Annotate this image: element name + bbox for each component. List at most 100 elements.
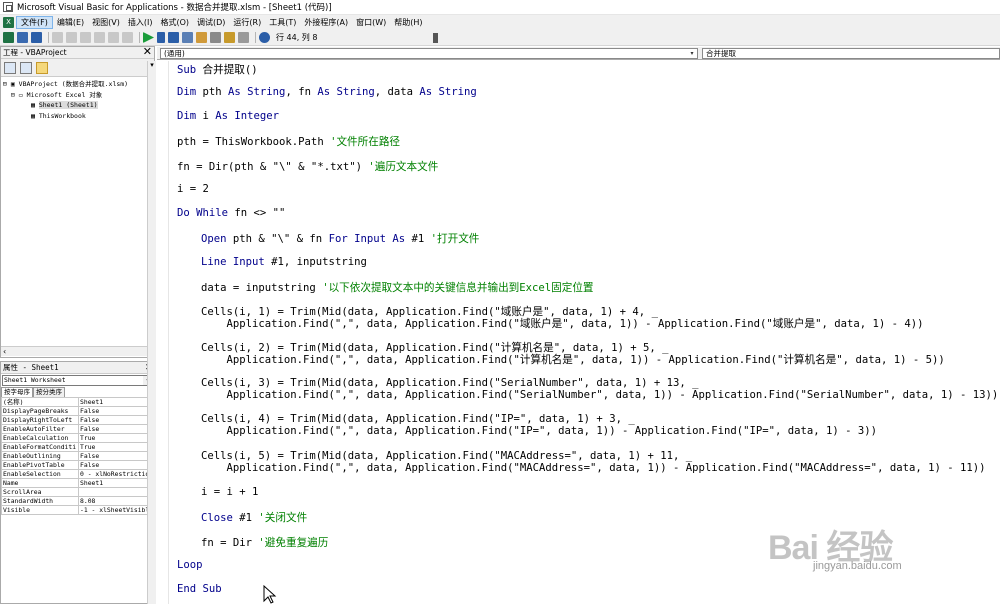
property-value[interactable]: False: [78, 460, 154, 470]
reset-icon[interactable]: [168, 32, 179, 43]
property-value[interactable]: True: [78, 433, 154, 443]
menu-file[interactable]: 文件(F): [16, 16, 53, 29]
toolbar-grip[interactable]: [433, 33, 438, 43]
code-line[interactable]: i = i + 1: [201, 486, 258, 498]
menu-help[interactable]: 帮助(H): [390, 16, 426, 29]
toggle-folders-icon[interactable]: [36, 61, 48, 74]
help-icon[interactable]: [259, 32, 270, 43]
code-line[interactable]: data = inputstring '以下依次提取文本中的关键信息并输出到Ex…: [201, 280, 594, 295]
property-value[interactable]: False: [78, 424, 154, 434]
property-row[interactable]: DisplayPageBreaks False: [1, 406, 154, 416]
code-line[interactable]: Dim pth As String, fn As String, data As…: [177, 86, 477, 98]
menu-debug[interactable]: 调试(D): [193, 16, 229, 29]
code-line[interactable]: Line Input #1, inputstring: [201, 256, 367, 268]
tab-categorized[interactable]: 按分类序: [33, 387, 65, 397]
scroll-left-icon[interactable]: ‹: [3, 347, 6, 356]
property-row[interactable]: EnableSelection 0 - xlNoRestriction: [1, 469, 154, 479]
break-icon[interactable]: [157, 32, 165, 43]
close-icon[interactable]: ✕: [143, 46, 152, 58]
object-selector[interactable]: Sheet1 Worksheet ▾: [2, 375, 153, 386]
code-line[interactable]: Cells(i, 5) = Trim(Mid(data, Application…: [201, 450, 692, 462]
property-value[interactable]: [78, 487, 154, 497]
chevron-down-icon[interactable]: ▾: [687, 49, 697, 58]
code-line[interactable]: fn = Dir '避免重复遍历: [201, 535, 328, 550]
run-icon[interactable]: [143, 32, 154, 43]
code-line[interactable]: i = 2: [177, 183, 209, 195]
property-row[interactable]: EnableFormatConditi True: [1, 442, 154, 452]
undo-icon[interactable]: [108, 32, 119, 43]
procedure-combo[interactable]: 合并提取: [702, 48, 1000, 59]
redo-icon[interactable]: [122, 32, 133, 43]
menu-view[interactable]: 视图(V): [88, 16, 124, 29]
property-row[interactable]: EnablePivotTable False: [1, 460, 154, 470]
code-line[interactable]: End Sub: [177, 583, 222, 595]
code-line[interactable]: Application.Find(",", data, Application.…: [201, 389, 999, 401]
menu-insert[interactable]: 插入(I): [124, 16, 157, 29]
code-line[interactable]: Application.Find(",", data, Application.…: [201, 425, 878, 437]
project-hscrollbar[interactable]: ‹ ›: [1, 346, 154, 356]
object-combo[interactable]: (通用) ▾: [160, 48, 698, 59]
find-icon[interactable]: [94, 32, 105, 43]
code-line[interactable]: Dim i As Integer: [177, 110, 279, 122]
margin-indicator-bar[interactable]: [157, 61, 169, 604]
design-mode-icon[interactable]: [182, 32, 193, 43]
code-line[interactable]: Loop: [177, 559, 203, 571]
save-icon[interactable]: [31, 32, 42, 43]
property-value[interactable]: True: [78, 442, 154, 452]
view-object-icon[interactable]: [20, 61, 32, 74]
menu-addins[interactable]: 外接程序(A): [300, 16, 352, 29]
code-line[interactable]: Cells(i, 3) = Trim(Mid(data, Application…: [201, 377, 698, 389]
code-line[interactable]: Sub 合并提取(): [177, 62, 258, 77]
code-line[interactable]: pth = ThisWorkbook.Path '文件所在路径: [177, 134, 400, 149]
code-keyword: Loop: [177, 559, 203, 571]
tab-alphabetic[interactable]: 按字母序: [1, 387, 33, 397]
property-row[interactable]: EnableAutoFilter False: [1, 424, 154, 434]
property-row[interactable]: (名称) Sheet1: [1, 397, 154, 407]
property-row[interactable]: DisplayRightToLeft False: [1, 415, 154, 425]
code-line[interactable]: Cells(i, 4) = Trim(Mid(data, Application…: [201, 413, 635, 425]
scroll-up-icon[interactable]: ▾: [148, 61, 156, 69]
property-row[interactable]: EnableCalculation True: [1, 433, 154, 443]
properties-window-icon[interactable]: [210, 32, 221, 43]
code-line[interactable]: Application.Find(",", data, Application.…: [201, 352, 945, 367]
property-value[interactable]: False: [78, 415, 154, 425]
menu-edit[interactable]: 编辑(E): [53, 16, 88, 29]
menu-format[interactable]: 格式(O): [156, 16, 193, 29]
code-line[interactable]: Application.Find(",", data, Application.…: [201, 462, 986, 474]
code-line[interactable]: fn = Dir(pth & "\" & "*.txt") '遍历文本文件: [177, 159, 438, 174]
insert-userform-icon[interactable]: [17, 32, 28, 43]
tree-item-project[interactable]: ⊟ ▣ VBAProject (数据合并提取.xlsm): [3, 79, 152, 90]
property-value[interactable]: False: [78, 406, 154, 416]
left-vscrollbar[interactable]: ▾: [147, 61, 156, 604]
property-row[interactable]: EnableOutlining False: [1, 451, 154, 461]
code-line[interactable]: Do While fn <> "": [177, 207, 285, 219]
view-code-icon[interactable]: [4, 61, 16, 74]
menu-tools[interactable]: 工具(T): [265, 16, 300, 29]
view-excel-icon[interactable]: [3, 32, 14, 43]
project-explorer-icon[interactable]: [196, 32, 207, 43]
tree-item-thisworkbook[interactable]: ▦ ThisWorkbook: [3, 111, 152, 122]
property-value[interactable]: Sheet1: [78, 397, 154, 407]
menu-run[interactable]: 运行(R): [229, 16, 265, 29]
cut-icon[interactable]: [52, 32, 63, 43]
property-value[interactable]: 8.08: [78, 496, 154, 506]
object-browser-icon[interactable]: [224, 32, 235, 43]
property-value[interactable]: False: [78, 451, 154, 461]
paste-icon[interactable]: [80, 32, 91, 43]
code-line[interactable]: Open pth & "\" & fn For Input As #1 '打开文…: [201, 231, 479, 246]
property-row[interactable]: ScrollArea: [1, 487, 154, 497]
code-line[interactable]: Close #1 '关闭文件: [201, 510, 307, 525]
copy-icon[interactable]: [66, 32, 77, 43]
property-row[interactable]: Visible -1 - xlSheetVisible: [1, 505, 154, 515]
property-value[interactable]: 0 - xlNoRestriction: [78, 469, 154, 479]
menu-window[interactable]: 窗口(W): [352, 16, 390, 29]
toolbox-icon[interactable]: [238, 32, 249, 43]
tree-item-excel-objects[interactable]: ⊟ ▭ Microsoft Excel 对象: [3, 90, 152, 101]
code-line[interactable]: Application.Find(",", data, Application.…: [201, 316, 924, 331]
property-value[interactable]: -1 - xlSheetVisible: [78, 505, 154, 515]
property-value[interactable]: Sheet1: [78, 478, 154, 488]
tree-item-sheet1[interactable]: ▦ Sheet1 (Sheet1): [3, 100, 152, 111]
excel-icon[interactable]: X: [3, 17, 14, 28]
property-row[interactable]: Name Sheet1: [1, 478, 154, 488]
property-row[interactable]: StandardWidth 8.08: [1, 496, 154, 506]
